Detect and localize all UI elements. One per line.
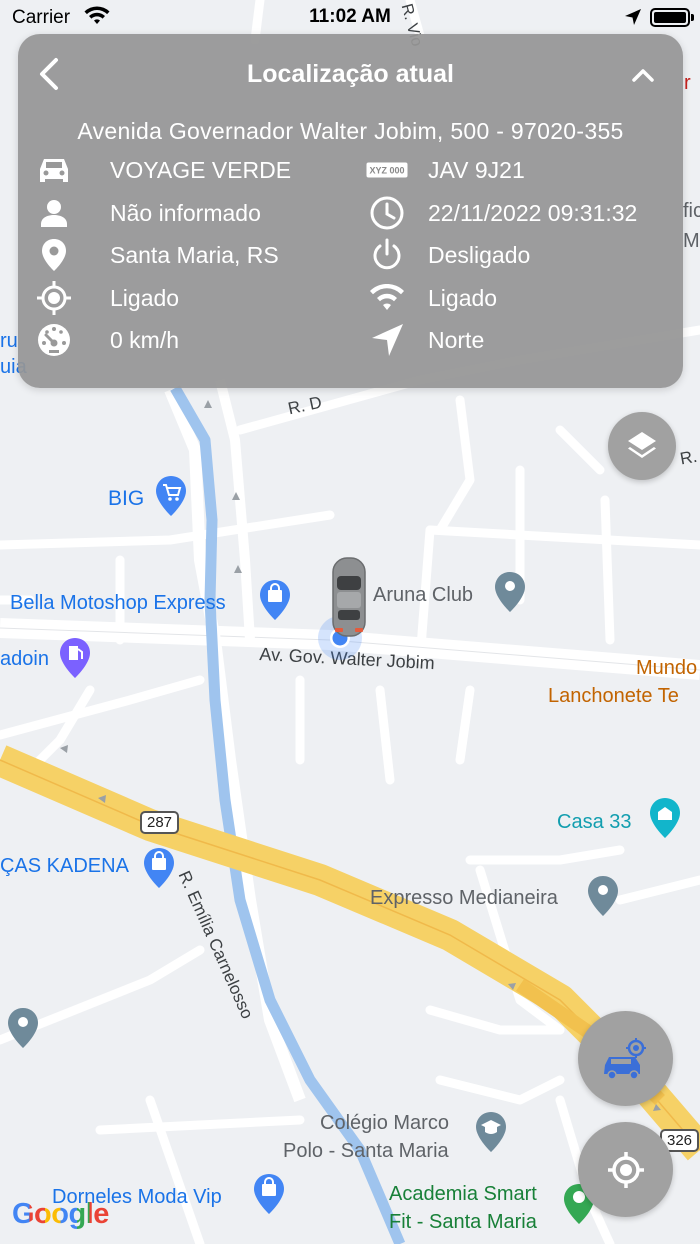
map-label-casa-33: Casa 33 [557, 811, 632, 833]
connection-status: Ligado [428, 284, 498, 311]
map-label-kadena: ÇAS KADENA [0, 855, 129, 877]
shopping-bag-pin-icon[interactable] [252, 1172, 286, 1216]
vehicle-location-button[interactable] [578, 1011, 673, 1106]
google-logo: Google [12, 1198, 109, 1230]
vehicle-marker-icon[interactable] [328, 554, 370, 640]
gas-station-pin-icon[interactable] [58, 636, 92, 680]
shopping-cart-pin-icon[interactable] [154, 474, 188, 518]
timestamp-value: 22/11/2022 09:31:32 [428, 199, 638, 226]
map-label-colegio-line2: Polo - Santa Maria [283, 1140, 449, 1162]
status-bar: Carrier 11:02 AM [0, 0, 700, 36]
driver-row: Não informado [36, 195, 261, 231]
map-label-adoin: adoin [0, 648, 49, 670]
speed-row: 0 km/h [36, 322, 179, 358]
current-address: Avenida Governador Walter Jobim, 500 - 9… [77, 118, 624, 144]
svg-text:XYZ 000: XYZ 000 [369, 166, 404, 176]
map-label-academia-line2: Fit - Santa Maria [389, 1211, 537, 1233]
connection-row: Ligado [366, 280, 497, 316]
speed-value: 0 km/h [110, 326, 180, 353]
map-label-academia-line1: Academia Smart [389, 1183, 537, 1205]
map-label-edge-r: r [684, 72, 691, 94]
vehicle-info-card: Localização atual Avenida Governador Wal… [18, 34, 683, 388]
timestamp-row: 22/11/2022 09:31:32 [366, 195, 637, 231]
map-label-bella-motoshop: Bella Motoshop Express [10, 592, 226, 614]
heading-value: Norte [428, 326, 485, 353]
map-label-lanchonete: Lanchonete Te [548, 685, 679, 707]
driver-name: Não informado [110, 199, 261, 226]
location-pin-icon [42, 239, 66, 271]
school-pin-icon[interactable] [474, 1110, 508, 1154]
card-title: Localização atual [246, 60, 455, 88]
gps-target-icon [37, 281, 71, 315]
location-services-icon [625, 9, 641, 25]
attraction-pin-icon[interactable] [648, 796, 682, 840]
navigation-arrow-icon [372, 324, 403, 356]
map-layers-button[interactable] [608, 412, 676, 480]
place-pin-icon[interactable] [493, 570, 527, 614]
shopping-bag-pin-icon[interactable] [258, 578, 292, 622]
map-label-aruna-club: Aruna Club [373, 584, 474, 606]
layers-icon [628, 432, 656, 458]
my-location-button[interactable] [578, 1122, 673, 1217]
ignition-row: Desligado [366, 237, 530, 273]
battery-icon [650, 8, 694, 27]
map-label-expresso-medianeira: Expresso Medianeira [370, 887, 558, 909]
gps-status: Ligado [110, 284, 180, 311]
clock-icon [370, 196, 404, 230]
crosshair-icon [607, 1151, 644, 1188]
wifi-icon [370, 284, 404, 310]
plate-row: XYZ 000 JAV 9J21 [366, 152, 525, 188]
status-time: 11:02 AM [309, 6, 391, 27]
vehicle-name: VOYAGE VERDE [110, 156, 292, 183]
vehicle-name-row: VOYAGE VERDE [36, 152, 291, 188]
map-label-big: BIG [108, 487, 145, 510]
plate-value: JAV 9J21 [428, 156, 525, 183]
shopping-bag-pin-icon[interactable] [142, 846, 176, 890]
gps-row: Ligado [36, 280, 179, 316]
ignition-status: Desligado [428, 241, 531, 268]
collapse-chevron-up-icon[interactable] [629, 62, 657, 88]
map-label-edge-m: M [683, 230, 700, 252]
speedometer-icon [38, 324, 70, 356]
city-value: Santa Maria, RS [110, 241, 279, 268]
license-plate-icon: XYZ 000 [366, 162, 408, 178]
map-label-edge-ru: ru [0, 330, 18, 352]
person-icon [41, 200, 67, 227]
map-label-mundo: Mundo [636, 657, 698, 679]
route-shield-287: 287 [140, 811, 180, 834]
power-icon [373, 238, 401, 270]
map-label-colegio-line1: Colégio Marco [320, 1112, 449, 1134]
car-icon [40, 159, 68, 182]
heading-row: Norte [366, 322, 484, 358]
map-label-edge-fic: fic [683, 200, 700, 222]
city-row: Santa Maria, RS [36, 237, 279, 273]
vehicle-locate-icon [603, 1037, 646, 1080]
place-pin-icon[interactable] [6, 1006, 40, 1050]
place-pin-icon[interactable] [586, 874, 620, 918]
